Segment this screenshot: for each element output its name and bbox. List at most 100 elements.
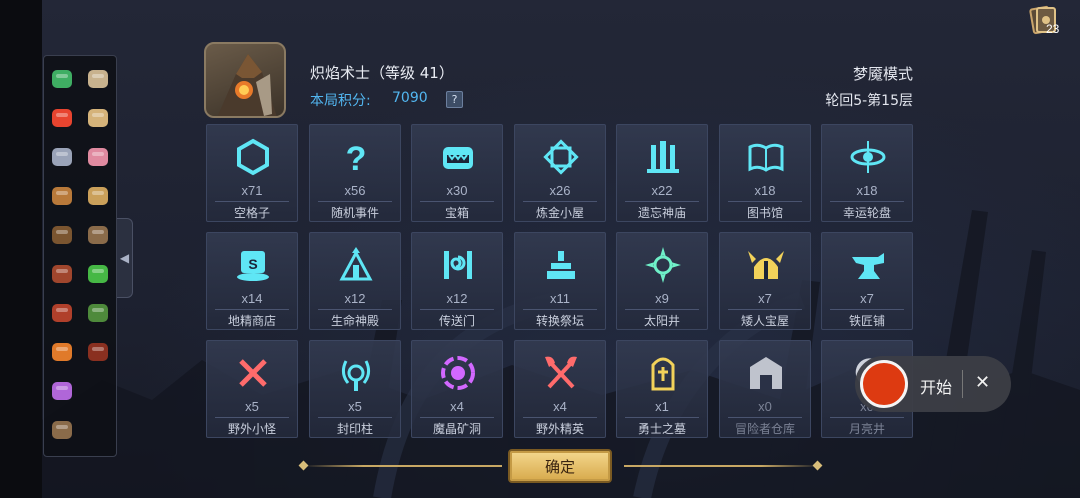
tile-name: 遗忘神庙 — [637, 206, 686, 220]
map-tile[interactable]: Sx14 地精商店 — [206, 232, 298, 330]
tile-name: 铁匠铺 — [848, 314, 885, 328]
tile-divider — [625, 417, 699, 418]
tile-count: x26 — [549, 183, 571, 198]
map-tile[interactable]: x0 冒险者仓库 — [719, 340, 811, 438]
map-tile[interactable]: x12 传送门 — [411, 232, 503, 330]
portal-icon — [444, 251, 472, 279]
inventory-item-icon[interactable] — [45, 101, 79, 135]
tile-divider — [728, 309, 802, 310]
inventory-item-icon[interactable] — [45, 179, 79, 213]
map-tile[interactable]: x12 生命神殿 — [309, 232, 401, 330]
deck-count: 23 — [1046, 22, 1060, 36]
tile-divider — [318, 201, 392, 202]
inventory-item-icon[interactable] — [81, 140, 115, 174]
tile-count: x9 — [655, 291, 669, 306]
tile-divider — [318, 309, 392, 310]
tile-name: 勇士之墓 — [637, 422, 686, 436]
tile-name: 空格子 — [233, 206, 270, 220]
confirm-button[interactable]: 确定 — [508, 449, 612, 483]
tile-name: 转换祭坛 — [535, 314, 584, 328]
recorder-divider — [962, 370, 963, 398]
sun-icon — [645, 247, 681, 283]
divider-right — [624, 465, 820, 467]
chevron-left-icon: ◀ — [119, 251, 130, 265]
tile-divider — [830, 309, 904, 310]
anvil-icon — [852, 253, 884, 279]
inventory-item-icon[interactable] — [81, 62, 115, 96]
tile-count: x5 — [245, 399, 259, 414]
inventory-item-icon[interactable] — [45, 218, 79, 252]
score-label: 本局积分: — [310, 93, 371, 109]
svg-text:S: S — [248, 256, 257, 272]
map-tile[interactable]: x9 太阳井 — [616, 232, 708, 330]
tile-divider — [523, 417, 597, 418]
map-tile[interactable]: x1 勇士之墓 — [616, 340, 708, 438]
map-tile[interactable]: x7 矮人宝屋 — [719, 232, 811, 330]
tile-divider — [420, 201, 494, 202]
crystal-mine-icon — [441, 356, 475, 390]
map-tile[interactable]: x18 图书馆 — [719, 124, 811, 222]
tile-divider — [318, 417, 392, 418]
tile-count: x11 — [550, 291, 570, 306]
inventory-item-icon[interactable] — [81, 101, 115, 135]
inventory-item-icon[interactable] — [45, 413, 79, 447]
inventory-item-icon[interactable] — [45, 140, 79, 174]
tile-name: 魔晶矿洞 — [432, 422, 481, 436]
inventory-item-icon[interactable] — [81, 218, 115, 252]
svg-text:?: ? — [346, 140, 367, 177]
tile-divider — [523, 201, 597, 202]
character-title: 炽焰术士（等级 41） — [310, 64, 454, 82]
alchemy-icon — [543, 139, 579, 175]
hexagon-icon — [237, 138, 269, 176]
wheel-icon — [850, 141, 886, 173]
start-recording-label[interactable]: 开始 — [920, 374, 952, 398]
tile-name: 宝箱 — [444, 206, 469, 220]
map-tile[interactable]: x30 宝箱 — [411, 124, 503, 222]
map-tile[interactable]: x4 魔晶矿洞 — [411, 340, 503, 438]
crossed-swords-icon — [239, 359, 267, 387]
inventory-item-icon[interactable] — [45, 257, 79, 291]
map-tile[interactable]: x5 野外小怪 — [206, 340, 298, 438]
inventory-item-icon[interactable] — [45, 335, 79, 369]
map-tile[interactable]: x5 封印柱 — [309, 340, 401, 438]
tile-divider — [728, 417, 802, 418]
tile-name: 月亮井 — [848, 422, 885, 436]
map-tile[interactable]: x26 炼金小屋 — [514, 124, 606, 222]
screen-edge — [0, 0, 42, 498]
tile-count: x22 — [651, 183, 673, 198]
inventory-item-icon[interactable] — [81, 335, 115, 369]
tile-count: x4 — [450, 399, 464, 414]
tile-divider — [523, 309, 597, 310]
tile-count: x7 — [860, 291, 874, 306]
tile-divider — [830, 201, 904, 202]
shop-icon: S — [237, 251, 269, 281]
book-icon — [748, 143, 784, 172]
tile-count: x18 — [856, 183, 878, 198]
inventory-item-icon[interactable] — [81, 179, 115, 213]
inventory-item-icon[interactable] — [81, 296, 115, 330]
map-tile[interactable]: ? x56 随机事件 — [309, 124, 401, 222]
map-tile[interactable]: x22 遗忘神庙 — [616, 124, 708, 222]
game-mode-label: 梦魇模式 — [852, 65, 913, 83]
tile-name: 炼金小屋 — [535, 206, 584, 220]
inventory-item-icon[interactable] — [81, 257, 115, 291]
tile-name: 矮人宝屋 — [740, 314, 789, 328]
tile-name: 生命神殿 — [330, 314, 379, 328]
help-button[interactable]: ? — [446, 91, 463, 108]
map-tile[interactable]: x11 转换祭坛 — [514, 232, 606, 330]
inventory-item-icon[interactable] — [45, 374, 79, 408]
map-tile[interactable]: x4 野外精英 — [514, 340, 606, 438]
inventory-item-icon[interactable] — [45, 296, 79, 330]
tile-count: x12 — [344, 291, 366, 306]
map-tile[interactable]: x18 幸运轮盘 — [821, 124, 913, 222]
tile-divider — [625, 201, 699, 202]
map-tile[interactable]: x71 空格子 — [206, 124, 298, 222]
tile-divider — [215, 309, 289, 310]
tile-count: x18 — [754, 183, 776, 198]
tile-count: x30 — [446, 183, 468, 198]
collapse-panel-button[interactable]: ◀ — [117, 218, 133, 298]
record-button[interactable] — [860, 360, 908, 408]
inventory-item-icon[interactable] — [45, 62, 79, 96]
map-tile[interactable]: x7 铁匠铺 — [821, 232, 913, 330]
close-recorder-button[interactable]: ✕ — [975, 372, 990, 393]
